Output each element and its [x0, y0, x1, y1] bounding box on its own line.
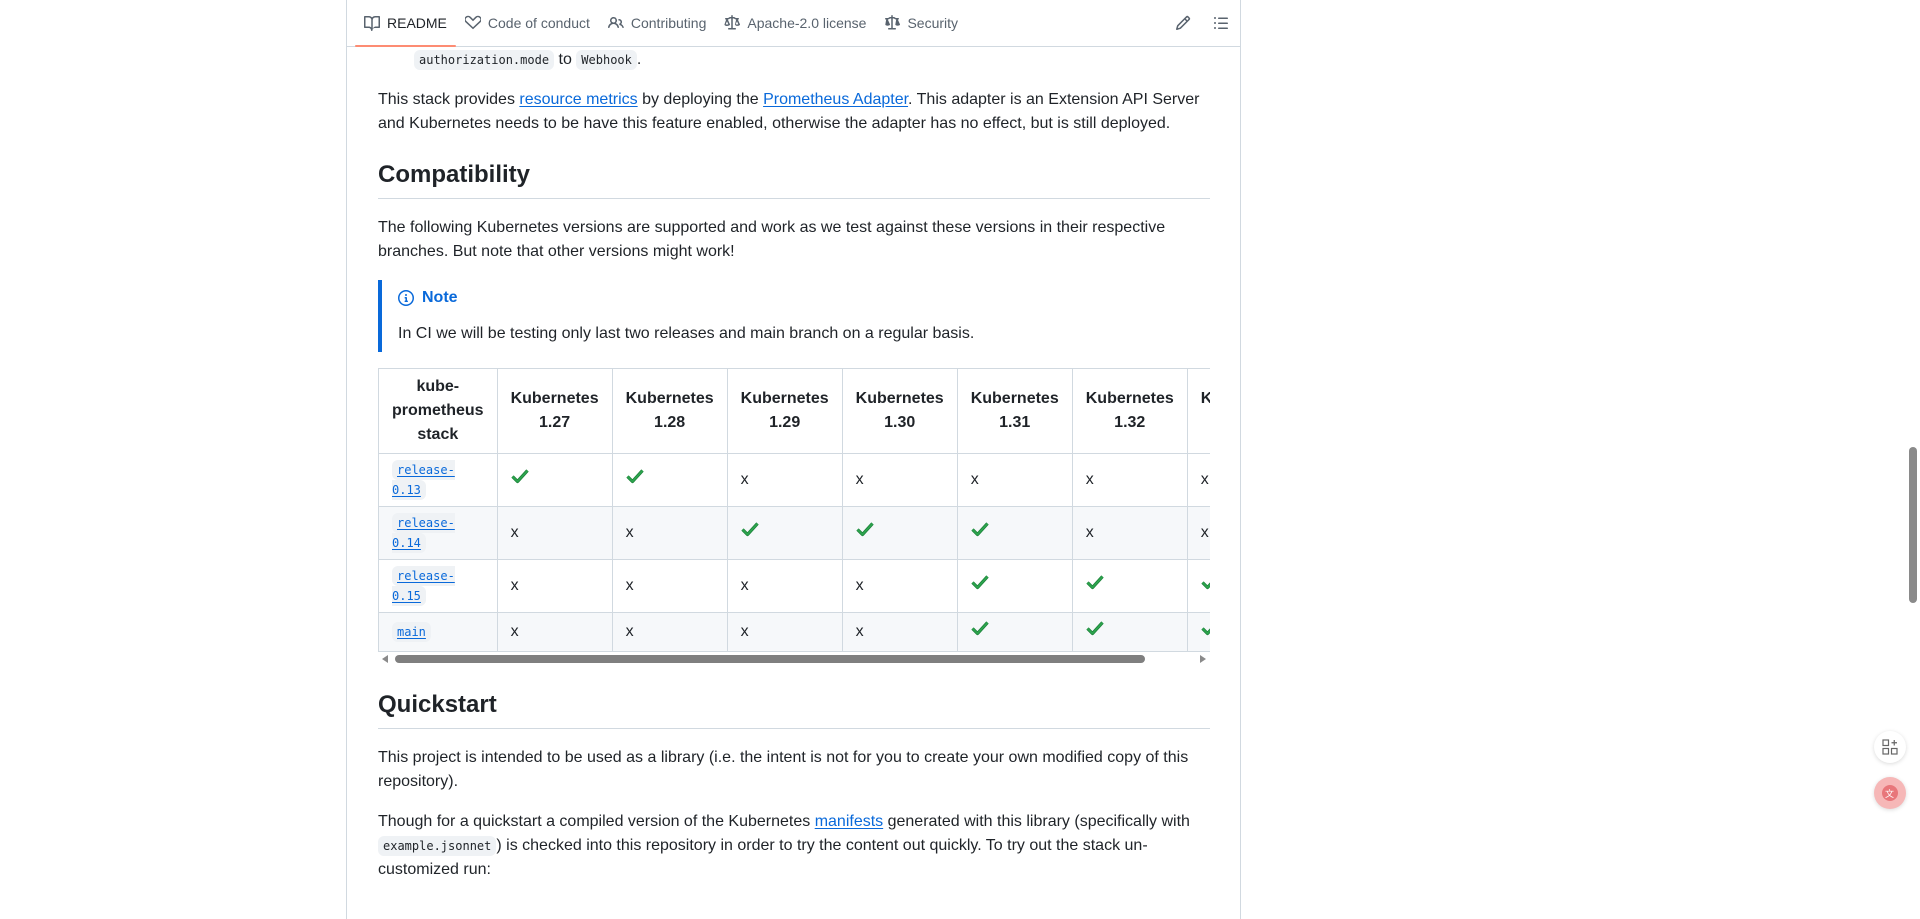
table-cell-x: x	[841, 559, 958, 613]
table-horizontal-scrollbar[interactable]	[378, 652, 1210, 666]
table-cell-stack: release-0.15	[378, 559, 498, 613]
svg-text:文: 文	[1885, 788, 1894, 800]
law-icon	[724, 15, 741, 30]
stack-branch-link[interactable]: release-0.13	[392, 460, 455, 500]
heading-compatibility: Compatibility	[378, 160, 1210, 199]
check-mark-icon	[841, 506, 958, 560]
table-cell-x: x	[841, 612, 958, 652]
code-webhook: Webhook	[576, 50, 637, 70]
table-header: Kubernetes 1.32	[1071, 368, 1188, 454]
tab-label: Contributing	[630, 15, 707, 31]
book-icon	[364, 16, 380, 31]
tab-label: Code of conduct	[487, 15, 590, 31]
heading-quickstart: Quickstart	[378, 690, 1210, 729]
apps-grid-icon[interactable]	[1874, 731, 1906, 763]
link-manifests[interactable]: manifests	[815, 813, 883, 830]
table-cell-x: x	[726, 559, 843, 613]
table-cell-x: x	[496, 506, 613, 560]
check-mark-icon	[1186, 559, 1210, 613]
stack-branch-code: release-0.15	[392, 566, 455, 606]
check-mark-icon	[1071, 612, 1188, 652]
stack-branch-link[interactable]: release-0.15	[392, 566, 455, 606]
table-header: Kubernetes 1.28	[611, 368, 728, 454]
compat-table-wrapper[interactable]: kube-prometheus stack Kubernetes 1.27 Ku…	[378, 368, 1210, 652]
stack-branch-code: release-0.13	[392, 460, 455, 500]
code-example-jsonnet: example.jsonnet	[378, 836, 497, 856]
tab-license[interactable]: Apache-2.0 license	[715, 0, 875, 46]
law-icon	[885, 15, 901, 30]
tab-readme[interactable]: README	[355, 0, 456, 47]
check-mark-icon	[956, 612, 1073, 652]
check-mark-icon	[726, 506, 843, 560]
check-mark-icon	[611, 453, 728, 507]
table-cell-stack: release-0.14	[378, 506, 498, 560]
people-icon	[607, 16, 624, 29]
table-row: release-0.13 x x x x x	[378, 453, 1210, 507]
table-cell-x: x	[496, 559, 613, 613]
table-row: release-0.15 x x x x	[378, 559, 1210, 613]
check-mark-icon	[956, 506, 1073, 560]
table-header-stack: kube-prometheus stack	[378, 368, 498, 454]
top-line: authorization.mode to Webhook.	[378, 48, 1210, 72]
table-cell-x: x	[1071, 506, 1188, 560]
readme-tabbar: README Code of conduct Contributing Apac…	[347, 0, 1240, 47]
table-cell-x: x	[726, 453, 843, 507]
table-cell-x: x	[496, 612, 613, 652]
stack-branch-link[interactable]: release-0.14	[392, 513, 455, 553]
table-cell-x: x	[1186, 453, 1210, 507]
para-resource-metrics: This stack provides resource metrics by …	[378, 91, 1200, 132]
table-cell-x: x	[611, 506, 728, 560]
table-cell-x: x	[841, 453, 958, 507]
table-header: Kubernetes 1.31	[956, 368, 1073, 454]
outline-list-icon[interactable]	[1210, 12, 1232, 34]
table-cell-x: x	[1071, 453, 1188, 507]
check-mark-icon	[956, 559, 1073, 613]
stack-branch-code: main	[392, 622, 431, 642]
note-text: In CI we will be testing only last two r…	[398, 325, 975, 342]
code-authorization-mode: authorization.mode	[414, 50, 555, 70]
table-header: Kubernetes 1.27	[496, 368, 613, 454]
tab-code-of-conduct[interactable]: Code of conduct	[456, 0, 599, 46]
heart-icon	[464, 15, 481, 30]
stack-branch-link[interactable]: main	[392, 622, 431, 642]
para-compatibility: The following Kubernetes versions are su…	[378, 219, 1166, 260]
edit-pencil-icon[interactable]	[1172, 12, 1194, 34]
table-row: main x x x x	[378, 612, 1210, 652]
scroll-left-arrow-icon[interactable]	[382, 655, 388, 663]
tab-label: README	[387, 15, 447, 31]
tab-label: Apache-2.0 license	[747, 15, 867, 31]
link-resource-metrics[interactable]: resource metrics	[519, 91, 637, 108]
check-mark-icon	[1186, 612, 1210, 652]
tab-security[interactable]: Security	[875, 0, 967, 46]
tab-contributing[interactable]: Contributing	[599, 0, 716, 46]
para-quickstart-2: Though for a quickstart a compiled versi…	[378, 813, 1190, 878]
link-prometheus-adapter[interactable]: Prometheus Adapter	[763, 91, 908, 108]
check-mark-icon	[496, 453, 613, 507]
stack-branch-code: release-0.14	[392, 513, 455, 553]
table-cell-stack: release-0.13	[378, 453, 498, 507]
scroll-right-arrow-icon[interactable]	[1200, 655, 1206, 663]
table-cell-x: x	[726, 612, 843, 652]
table-header: Kubernetes 1.30	[841, 368, 958, 454]
table-cell-stack: main	[378, 612, 498, 652]
table-header: Kubernetes 1.33	[1186, 368, 1210, 454]
table-cell-x: x	[611, 559, 728, 613]
note-callout: Note In CI we will be testing only last …	[378, 280, 1210, 352]
table-cell-x: x	[611, 612, 728, 652]
table-cell-x: x	[956, 453, 1073, 507]
tab-label: Security	[907, 15, 959, 31]
page-vertical-scrollbar[interactable]	[1909, 447, 1917, 603]
para-quickstart-1: This project is intended to be used as a…	[378, 749, 1189, 790]
readme-content: authorization.mode to Webhook. This stac…	[378, 47, 1210, 882]
compat-table: kube-prometheus stack Kubernetes 1.27 Ku…	[378, 368, 1210, 652]
scrollbar-thumb[interactable]	[395, 655, 1145, 663]
table-cell-x: x	[1186, 506, 1210, 560]
table-row: release-0.14 x x x x	[378, 506, 1210, 560]
translate-icon[interactable]: 文	[1874, 777, 1906, 809]
note-title: Note	[398, 286, 1194, 310]
table-header: Kubernetes 1.29	[726, 368, 843, 454]
readme-panel: README Code of conduct Contributing Apac…	[346, 0, 1241, 919]
check-mark-icon	[1071, 559, 1188, 613]
info-icon	[398, 290, 414, 306]
